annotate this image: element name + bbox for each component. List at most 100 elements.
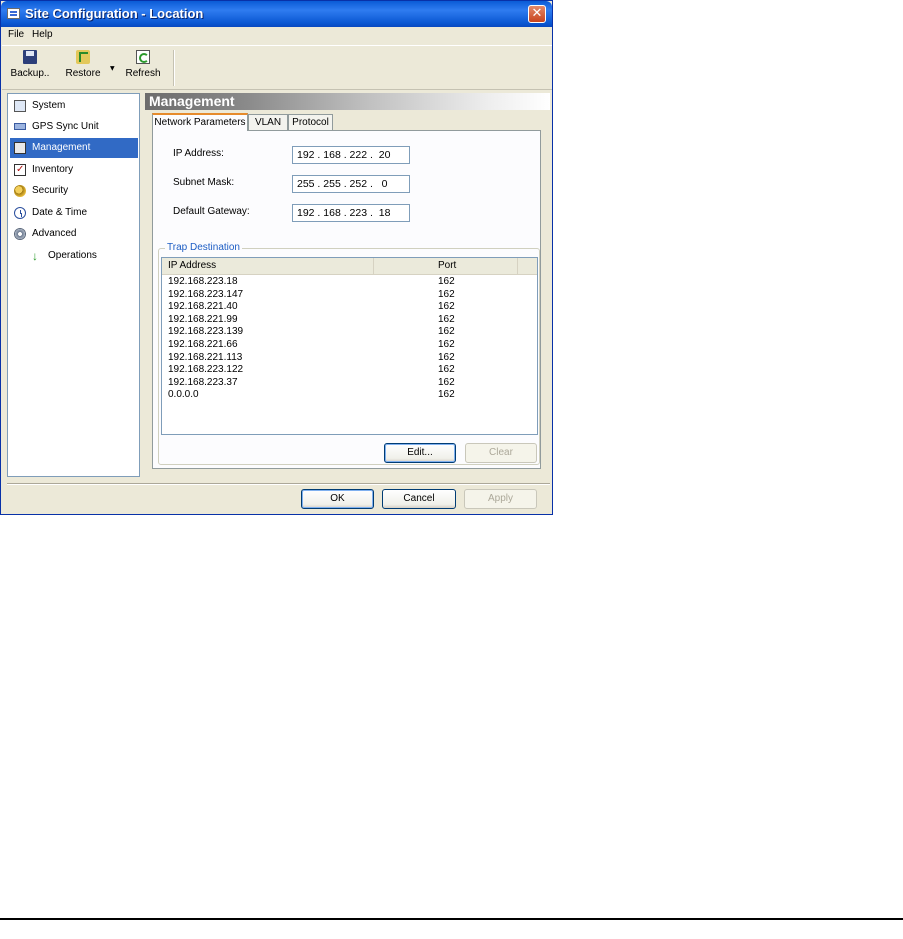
column-header-ip-address[interactable]: IP Address [162,258,374,274]
menu-file[interactable]: File [8,29,24,40]
section-title: Management [149,93,235,109]
site-configuration-window: Site Configuration - Location ✕ File Hel… [0,0,553,515]
inventory-icon [14,160,26,180]
network-parameters-panel: IP Address: 192 . 168 . 222 . 20 Subnet … [152,130,541,469]
trap-port-cell: 162 [438,326,455,338]
sidebar-item-label: Advanced [32,228,77,239]
sidebar-item-security[interactable]: Security [10,181,138,201]
restore-icon [76,50,90,64]
table-row[interactable]: 192.168.223.147 162 [162,289,537,302]
sidebar-item-advanced[interactable]: Advanced [10,224,138,244]
sidebar-item-gps-sync-unit[interactable]: GPS Sync Unit [10,117,138,137]
tab-network-parameters[interactable]: Network Parameters [152,113,248,131]
clock-icon [14,207,26,219]
list-header: IP Address Port [162,258,537,275]
footer-separator [7,483,550,485]
apply-button[interactable]: Apply [464,489,537,509]
sidebar-item-system[interactable]: System [10,96,138,116]
trap-ip-cell: 0.0.0.0 [168,389,199,401]
table-row[interactable]: 192.168.223.18 162 [162,276,537,289]
trap-port-cell: 162 [438,338,455,350]
save-icon [23,50,37,64]
menu-help[interactable]: Help [32,29,53,40]
tab-vlan[interactable]: VLAN [248,114,288,130]
trap-ip-cell: 192.168.221.113 [168,351,243,363]
restore-label: Restore [65,68,101,79]
trap-port-cell: 162 [438,364,455,376]
subnet-mask-input[interactable]: 255 . 255 . 252 . 0 [292,175,410,193]
sidebar-item-inventory[interactable]: Inventory [10,160,138,180]
column-header-port[interactable]: Port [374,258,518,274]
table-row[interactable]: 192.168.223.122 162 [162,364,537,377]
trap-ip-cell: 192.168.221.66 [168,338,238,350]
table-row[interactable]: 192.168.223.139 162 [162,326,537,339]
gps-icon [14,123,26,130]
trap-ip-cell: 192.168.223.139 [168,326,244,338]
trap-destination-title: Trap Destination [165,242,242,253]
refresh-button[interactable]: Refresh [124,50,162,79]
ip-address-label: IP Address: [173,148,224,159]
sidebar-item-label: GPS Sync Unit [32,121,99,132]
tab-protocol[interactable]: Protocol [288,114,333,130]
menu-bar: File Help [2,27,552,44]
trap-port-cell: 162 [438,313,455,325]
sidebar-item-label: Operations [48,250,97,261]
trap-ip-cell: 192.168.221.99 [168,313,238,325]
table-row[interactable]: 192.168.221.99 162 [162,314,537,327]
table-row[interactable]: 0.0.0.0 162 [162,389,537,402]
sidebar-item-operations[interactable]: ↓ Operations [10,246,138,266]
toolbar-separator [173,50,175,86]
system-icon [14,100,26,112]
default-gateway-label: Default Gateway: [173,206,250,217]
section-header: Management [145,93,550,110]
table-row[interactable]: 192.168.221.113 162 [162,352,537,365]
table-row[interactable]: 192.168.221.40 162 [162,301,537,314]
trap-rows: 192.168.223.18 162 192.168.223.147 162 192.1… [162,276,537,402]
toolbar: Backup.. Restore ▼ Refresh [2,45,552,90]
sidebar-tree: System GPS Sync Unit Management Inventor… [7,93,140,477]
security-icon [14,185,26,197]
ip-address-input[interactable]: 192 . 168 . 222 . 20 [292,146,410,164]
sidebar-item-label: Date & Time [32,207,88,218]
refresh-icon [136,50,150,64]
backup-label: Backup.. [10,68,50,79]
sidebar-item-date-time[interactable]: Date & Time [10,203,138,223]
trap-ip-cell: 192.168.223.147 [168,288,244,300]
trap-port-cell: 162 [438,351,455,363]
ok-button[interactable]: OK [301,489,374,509]
default-gateway-input[interactable]: 192 . 168 . 223 . 18 [292,204,410,222]
trap-destination-group: Trap Destination IP Address Port 192.168… [158,242,540,465]
trap-ip-cell: 192.168.221.40 [168,301,238,313]
sidebar-item-label: Inventory [32,164,74,175]
cancel-button[interactable]: Cancel [382,489,456,509]
close-button[interactable]: ✕ [528,5,546,23]
arrow-down-icon: ↓ [32,249,38,263]
app-icon [7,8,20,19]
title-bar[interactable]: Site Configuration - Location ✕ [1,1,552,27]
edit-button[interactable]: Edit... [384,443,456,463]
trap-port-cell: 162 [438,389,455,401]
restore-button[interactable]: Restore [62,50,104,79]
table-row[interactable]: 192.168.221.66 162 [162,339,537,352]
trap-port-cell: 162 [438,276,455,287]
sidebar-item-label: Management [32,142,91,153]
backup-button[interactable]: Backup.. [10,50,50,79]
trap-ip-cell: 192.168.223.37 [168,376,238,388]
table-row[interactable]: 192.168.223.37 162 [162,377,537,390]
page-divider-line [0,918,903,920]
trap-port-cell: 162 [438,301,455,313]
gear-icon [14,228,26,240]
sidebar-item-label: System [32,100,66,111]
sidebar-item-management[interactable]: Management [10,138,138,158]
window-title: Site Configuration - Location [25,6,204,21]
management-icon [14,142,26,154]
trap-destination-list[interactable]: IP Address Port 192.168.223.18 162 192.168… [161,257,538,435]
restore-dropdown-arrow-icon[interactable]: ▼ [110,65,115,72]
refresh-label: Refresh [125,68,161,79]
trap-port-cell: 162 [438,376,455,388]
trap-ip-cell: 192.168.223.122 [168,364,244,376]
subnet-mask-label: Subnet Mask: [173,177,235,188]
sidebar-item-label: Security [32,185,69,196]
trap-ip-cell: 192.168.223.18 [168,276,238,287]
clear-button[interactable]: Clear [465,443,537,463]
